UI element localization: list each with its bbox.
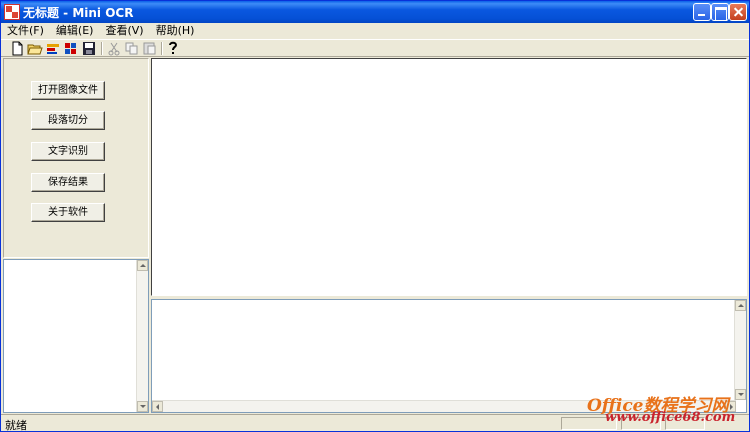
help-icon[interactable] xyxy=(165,41,181,56)
open-image-button[interactable]: 打开图像文件 xyxy=(31,81,105,100)
new-file-icon[interactable] xyxy=(9,41,25,56)
toolbar-separator xyxy=(101,42,103,55)
color-icon[interactable] xyxy=(45,41,61,56)
minimize-button[interactable] xyxy=(693,3,711,21)
save-icon[interactable] xyxy=(81,41,97,56)
paste-icon[interactable] xyxy=(142,41,158,56)
close-button[interactable] xyxy=(729,3,747,21)
paragraph-split-button[interactable]: 段落切分 xyxy=(31,111,105,130)
scroll-up-icon[interactable] xyxy=(137,260,148,271)
menu-bar: 文件(F) 编辑(E) 查看(V) 帮助(H) xyxy=(1,23,749,39)
copy-icon[interactable] xyxy=(124,41,140,56)
open-folder-icon[interactable] xyxy=(27,41,43,56)
file-list-pane[interactable] xyxy=(3,259,149,413)
action-panel: 打开图像文件 段落切分 文字识别 保存结果 关于软件 xyxy=(3,58,149,258)
menu-view[interactable]: 查看(V) xyxy=(99,23,149,39)
menu-file[interactable]: 文件(F) xyxy=(1,23,50,39)
watermark-url: www.office68.com xyxy=(605,410,736,425)
toolbar-separator xyxy=(161,42,163,55)
image-view-pane[interactable] xyxy=(151,58,747,296)
grid-icon[interactable] xyxy=(63,41,79,56)
maximize-button[interactable] xyxy=(711,3,729,21)
menu-edit[interactable]: 编辑(E) xyxy=(50,23,100,39)
status-text: 就绪 xyxy=(5,419,27,432)
app-icon[interactable] xyxy=(4,4,20,20)
about-button[interactable]: 关于软件 xyxy=(31,203,105,222)
scroll-down-icon[interactable] xyxy=(137,401,148,412)
scroll-up-icon[interactable] xyxy=(735,300,746,311)
watermark-logo: Office数程学习网 www.office68.com xyxy=(587,391,743,429)
vertical-scrollbar[interactable] xyxy=(734,300,746,400)
cut-icon[interactable] xyxy=(106,41,122,56)
window-title: 无标题 - Mini OCR xyxy=(23,6,134,20)
app-window: 无标题 - Mini OCR 文件(F) 编辑(E) 查看(V) 帮助(H) 打… xyxy=(0,0,750,432)
title-bar[interactable]: 无标题 - Mini OCR xyxy=(1,1,749,23)
vertical-scrollbar[interactable] xyxy=(136,260,148,412)
scroll-left-icon[interactable] xyxy=(152,401,163,412)
menu-help[interactable]: 帮助(H) xyxy=(150,23,201,39)
text-recognize-button[interactable]: 文字识别 xyxy=(31,142,105,161)
toolbar xyxy=(1,39,749,57)
save-result-button[interactable]: 保存结果 xyxy=(31,173,105,192)
